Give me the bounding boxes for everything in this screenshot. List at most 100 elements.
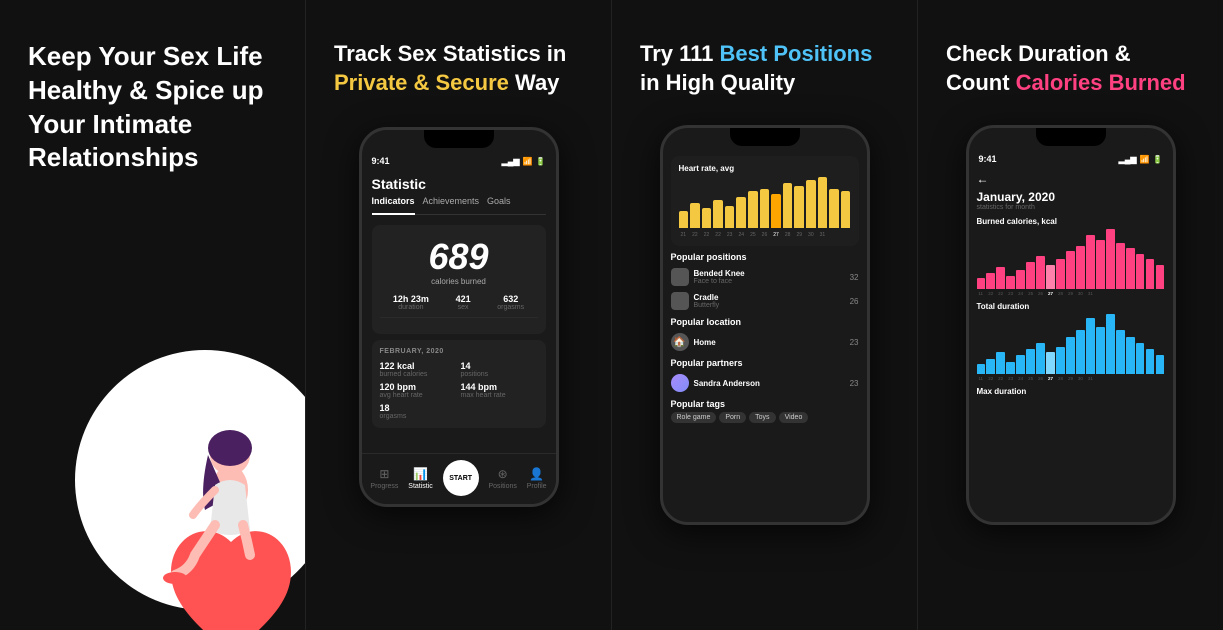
position-avatar-1	[671, 268, 689, 286]
tags-row: Role game Porn Toys Video	[671, 412, 859, 423]
position-item-2: Cradle Butterfly 26	[671, 289, 859, 313]
nav-profile[interactable]: 👤 Profile	[527, 467, 547, 490]
cal-bar-13	[1106, 229, 1114, 289]
panel-2-headline: Track Sex Statistics in Private & Secure…	[334, 40, 566, 97]
chart-bar-11	[806, 180, 816, 228]
dur-bar-17	[1146, 349, 1154, 374]
chart-bar-12	[818, 177, 828, 228]
location-item: 🏠 Home 23	[671, 330, 859, 354]
cal-bar-8	[1056, 259, 1064, 290]
phone-4-content: ← January, 2020 statistics for month Bur…	[969, 166, 1173, 522]
dur-bar-5	[1026, 349, 1034, 374]
phone-2-content: Statistic Indicators Achievements Goals …	[362, 168, 556, 453]
tag-porn[interactable]: Porn	[719, 412, 746, 423]
cal-bar-5	[1026, 262, 1034, 289]
dur-bar-6	[1036, 343, 1044, 374]
panel-1-illustration	[75, 260, 305, 630]
dur-bar-0	[977, 364, 985, 374]
cal-bar-9	[1066, 251, 1074, 289]
phone-frame-3: Heart rate, avg 212222222324252627282930…	[660, 125, 870, 525]
summary-stats: 12h 23m duration 421 sex 632 orgasms	[380, 294, 538, 318]
cal-bar-18	[1156, 265, 1164, 289]
tag-video[interactable]: Video	[779, 412, 809, 423]
dur-bar-4	[1016, 355, 1024, 374]
phone-frame-4: 9:41 ▂▄▆ 📶 🔋 ← January, 2020 statistics …	[966, 125, 1176, 525]
dur-bar-15	[1126, 337, 1134, 375]
phone-notch-3	[730, 128, 800, 146]
nav-progress[interactable]: ⊞ Progress	[370, 467, 398, 490]
tag-toys[interactable]: Toys	[749, 412, 775, 423]
panel-2: Track Sex Statistics in Private & Secure…	[305, 0, 611, 630]
chart-bar-7	[760, 189, 770, 229]
chart-bar-9	[783, 183, 793, 228]
chart-bar-4	[725, 206, 735, 229]
stat-orgasms: 632 orgasms	[497, 294, 524, 311]
chart-bar-0	[679, 211, 689, 228]
duration-labels: 112222232425262728293031	[977, 376, 1165, 381]
status-icons-4: ▂▄▆ 📶 🔋	[1119, 155, 1163, 164]
cal-bar-0	[977, 278, 985, 289]
chart-bar-8	[771, 194, 781, 228]
cal-bar-3	[1006, 276, 1014, 289]
nav-positions[interactable]: ⊛ Positions	[488, 467, 516, 490]
chart-labels: 21222222232425262728293031	[679, 232, 851, 238]
dur-bar-14	[1116, 330, 1124, 374]
dur-bar-2	[996, 352, 1004, 375]
position-avatar-2	[671, 292, 689, 310]
stat-tabs: Indicators Achievements Goals	[372, 196, 546, 215]
tab-goals[interactable]: Goals	[487, 196, 511, 210]
cal-bar-7	[1046, 265, 1054, 289]
dur-bar-12	[1096, 327, 1104, 375]
dur-bar-7	[1046, 352, 1054, 375]
cal-bar-6	[1036, 256, 1044, 289]
dur-bar-3	[1006, 362, 1014, 375]
panel-1-headline: Keep Your Sex Life Healthy & Spice up Yo…	[28, 40, 264, 175]
chart-bar-14	[841, 191, 851, 228]
dur-bar-8	[1056, 347, 1064, 375]
position-item-1: Bended Knee Face to face 32	[671, 265, 859, 289]
partner-avatar	[671, 374, 689, 392]
calories-labels: 112222232425262728293031	[977, 291, 1165, 296]
cal-bar-17	[1146, 259, 1154, 290]
status-bar-4: 9:41 ▂▄▆ 📶 🔋	[969, 150, 1173, 166]
nav-statistic[interactable]: 📊 Statistic	[408, 467, 433, 490]
phone-3-content: Heart rate, avg 212222222324252627282930…	[663, 150, 867, 522]
panel-3: Try 111 Best Positions in High Quality H…	[611, 0, 917, 630]
bottom-nav-2: ⊞ Progress 📊 Statistic START ⊛ Positions…	[362, 453, 556, 504]
cal-bar-10	[1076, 246, 1084, 290]
phone-frame-2: 9:41 ▂▄▆ 📶 🔋 Statistic Indicators Achiev…	[359, 127, 559, 507]
month-grid: 122 kcal burned calories 14 positions 12…	[380, 361, 538, 399]
status-icons-2: ▂▄▆ 📶 🔋	[502, 157, 546, 166]
calories-bars	[977, 229, 1165, 289]
location-icon: 🏠	[671, 333, 689, 351]
chart-bar-2	[702, 208, 712, 228]
dur-bar-10	[1076, 330, 1084, 374]
cal-bar-14	[1116, 243, 1124, 289]
cal-bar-2	[996, 267, 1004, 289]
tab-achievements[interactable]: Achievements	[423, 196, 480, 210]
tag-role-game[interactable]: Role game	[671, 412, 717, 423]
duration-chart: Total duration 112222232425262728293031	[977, 302, 1165, 381]
chart-bar-10	[794, 186, 804, 229]
panel-4: Check Duration & Count Calories Burned 9…	[917, 0, 1223, 630]
chart-bars	[679, 177, 851, 230]
tab-indicators[interactable]: Indicators	[372, 196, 415, 215]
panel-4-headline: Check Duration & Count Calories Burned	[946, 40, 1186, 97]
dur-bar-18	[1156, 355, 1164, 374]
status-bar-2: 9:41 ▂▄▆ 📶 🔋	[362, 152, 556, 168]
panel-1: Keep Your Sex Life Healthy & Spice up Yo…	[0, 0, 305, 630]
phone-notch-4	[1036, 128, 1106, 146]
cal-bar-11	[1086, 235, 1094, 290]
chart-bar-13	[829, 189, 839, 229]
heart-rate-chart: Heart rate, avg 212222222324252627282930…	[671, 156, 859, 246]
chart-bar-5	[736, 197, 746, 228]
back-row: ←	[977, 172, 1165, 186]
chart-bar-1	[690, 203, 700, 229]
stat-sex: 421 sex	[456, 294, 471, 311]
stat-duration: 12h 23m duration	[393, 294, 429, 311]
dur-bar-13	[1106, 314, 1114, 374]
nav-start-button[interactable]: START	[443, 460, 479, 496]
dur-bar-9	[1066, 337, 1074, 375]
cal-bar-15	[1126, 248, 1134, 289]
chart-bar-6	[748, 191, 758, 228]
